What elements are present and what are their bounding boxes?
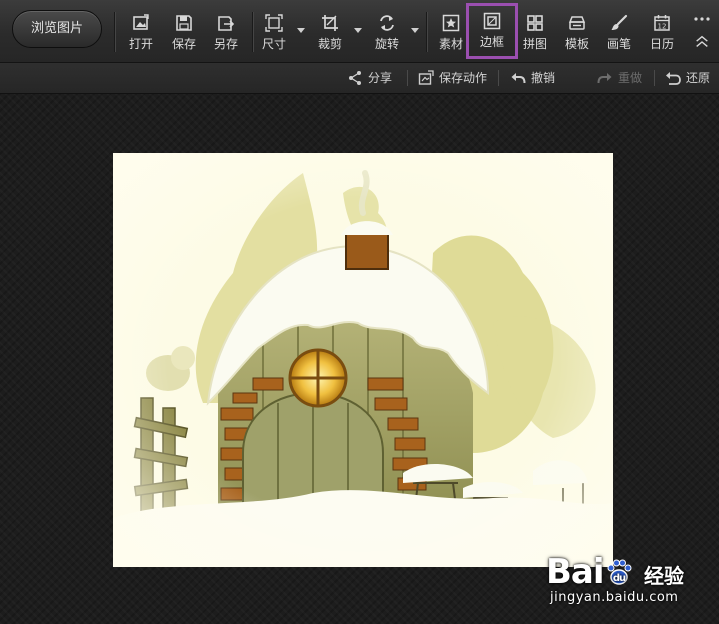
sticker-label: 素材 [438,37,463,51]
rotate-dropdown-caret-icon[interactable] [411,28,419,33]
action-divider [407,70,408,86]
resize-label: 尺寸 [261,37,286,51]
rotate-icon [380,15,394,31]
template-icon [568,16,586,30]
undo-label: 撤销 [531,71,556,85]
rotate-button[interactable]: 旋转 [370,6,404,56]
resize-icon [265,14,283,32]
save-button[interactable]: 保存 [167,6,201,56]
undo-button[interactable]: 撤销 [510,63,555,93]
calendar-day-number: 12 [658,22,667,30]
jingyan-url: jingyan.baidu.com [550,590,679,605]
restore-icon [666,72,681,85]
save-as-button[interactable]: 另存 [209,6,243,56]
border-frame-button[interactable]: 边框 [466,3,518,59]
template-button[interactable]: 模板 [560,6,594,56]
toolbar-divider [114,12,115,52]
save-action-icon [418,70,434,85]
border-frame-icon [483,12,501,30]
redo-label: 重做 [618,71,643,85]
calendar-button[interactable]: 12 日历 [645,6,679,56]
main-toolbar: 浏览图片 打开 保存 另存 尺寸 裁剪 旋转 素材 边框 拼图 模板 画笔 12… [0,0,719,63]
baidu-logo: Bai du [546,552,634,592]
sticker-icon [442,14,460,32]
save-icon [176,15,192,31]
redo-icon [597,73,612,84]
border-frame-label: 边框 [479,35,504,49]
crop-dropdown-caret-icon[interactable] [354,28,362,33]
open-image-icon [133,14,149,30]
calendar-icon: 12 [654,15,670,31]
baidu-paw-text: du [612,573,625,584]
restore-button[interactable]: 还原 [665,63,710,93]
crop-icon [322,15,338,31]
toolbar-divider [426,12,427,52]
save-action-label: 保存动作 [439,71,488,85]
save-label: 保存 [171,37,196,51]
share-label: 分享 [368,71,393,85]
jingyan-label: 经验 [644,564,684,588]
brush-label: 画笔 [606,37,631,51]
toolbar-divider [252,12,253,52]
browse-images-button[interactable]: 浏览图片 [12,10,102,48]
editing-canvas [0,94,719,624]
redo-button[interactable]: 重做 [597,63,642,93]
cottage-illustration [113,153,613,567]
save-as-icon [218,16,235,31]
brush-icon [611,14,628,30]
more-dots-icon [694,17,710,21]
collage-icon [527,15,543,31]
save-action-button[interactable]: 保存动作 [418,63,487,93]
resize-dropdown-caret-icon[interactable] [297,28,305,33]
baidu-paw-icon: du [607,559,632,585]
crop-label: 裁剪 [317,37,342,51]
crop-button[interactable]: 裁剪 [313,6,347,56]
collapse-chevron-icon [696,35,708,47]
action-bar: 分享 保存动作 撤销 重做 还原 [0,63,719,142]
rotate-label: 旋转 [374,37,399,51]
restore-label: 还原 [686,71,711,85]
baidu-jingyan-watermark: Bai du 经验 jingyan.baidu.com [546,546,716,616]
calendar-label: 日历 [649,37,674,51]
action-divider [498,70,499,86]
share-button[interactable]: 分享 [347,63,392,93]
snow-cottage-photo[interactable] [113,153,613,567]
share-icon [349,71,361,85]
collage-label: 拼图 [522,37,547,51]
action-divider [654,70,655,86]
undo-icon [511,73,526,84]
template-label: 模板 [564,37,589,51]
save-as-label: 另存 [213,37,238,51]
open-label: 打开 [128,37,153,51]
resize-button[interactable]: 尺寸 [257,6,291,56]
sticker-button[interactable]: 素材 [434,6,468,56]
brush-button[interactable]: 画笔 [602,6,636,56]
more-button[interactable] [688,6,716,56]
baidu-logo-part1: Bai [546,552,605,592]
collage-button[interactable]: 拼图 [518,6,552,56]
open-button[interactable]: 打开 [124,6,158,56]
